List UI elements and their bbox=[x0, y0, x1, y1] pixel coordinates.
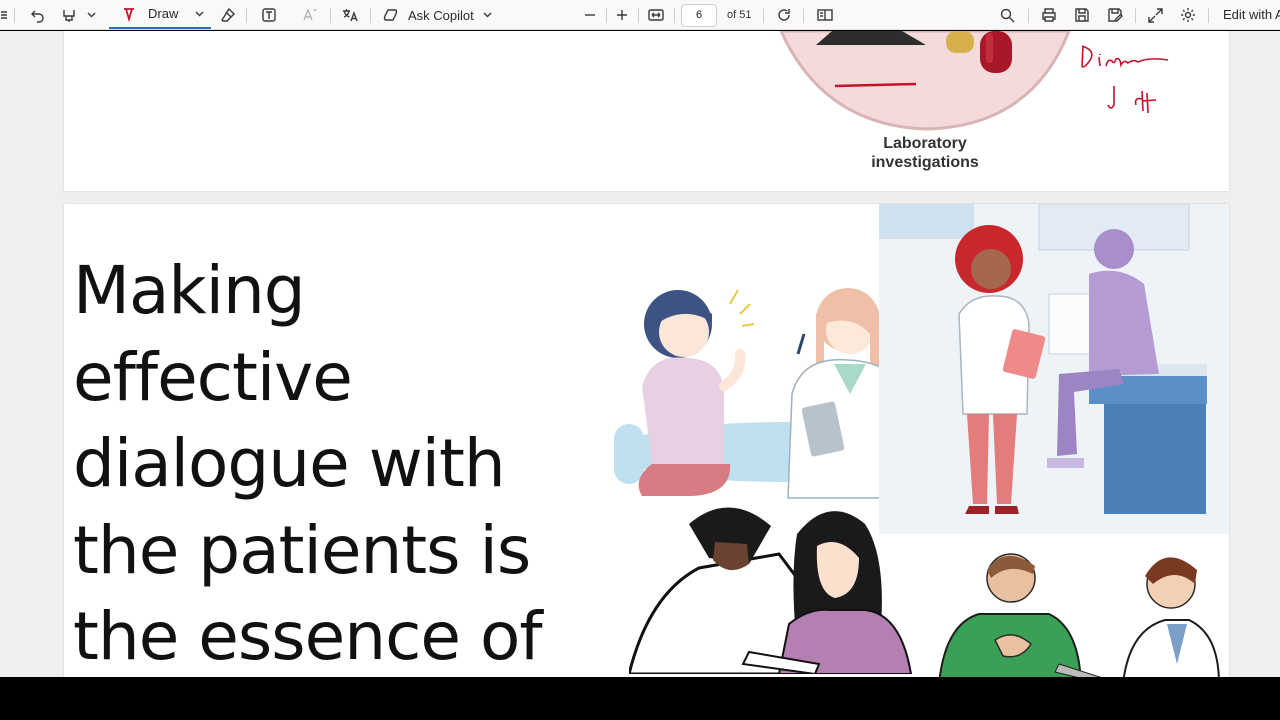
page-number-input[interactable]: 6 bbox=[681, 4, 717, 27]
toolbar-divider bbox=[606, 8, 607, 23]
toolbar-divider bbox=[370, 8, 371, 23]
copilot-dropdown-chevron-icon bbox=[483, 12, 492, 18]
toolbar-divider bbox=[638, 8, 639, 23]
handwritten-note bbox=[1081, 45, 1169, 68]
draw-pen-icon bbox=[124, 7, 134, 22]
pdf-page-5: Laboratory investigations bbox=[64, 31, 1229, 191]
caption-line-1: Laboratory bbox=[883, 135, 967, 152]
fit-page-icon[interactable] bbox=[645, 0, 667, 30]
title-line: the patients is bbox=[73, 511, 531, 589]
read-aloud-icon[interactable] bbox=[299, 0, 321, 30]
title-line: dialogue with bbox=[73, 425, 506, 502]
text-box-icon[interactable] bbox=[258, 0, 280, 30]
save-icon[interactable] bbox=[1071, 0, 1093, 30]
expand-icon[interactable] bbox=[1144, 0, 1166, 30]
print-icon[interactable] bbox=[1038, 0, 1060, 30]
toolbar-divider bbox=[330, 8, 331, 23]
zoom-in-icon[interactable] bbox=[612, 0, 632, 30]
toolbar-divider bbox=[1135, 8, 1136, 23]
handwritten-note-2 bbox=[1107, 86, 1157, 114]
ask-copilot-button[interactable]: Ask Copilot bbox=[382, 0, 496, 30]
edit-with-button[interactable]: Edit with A bbox=[1223, 0, 1280, 30]
toolbar-divider bbox=[763, 8, 764, 23]
zoom-out-icon[interactable] bbox=[580, 0, 600, 30]
rotate-icon[interactable] bbox=[773, 0, 795, 30]
highlight-dropdown-chevron-icon[interactable] bbox=[84, 0, 98, 30]
laboratory-caption: Laboratory investigations bbox=[870, 134, 980, 172]
menu-icon[interactable] bbox=[0, 0, 10, 30]
slide-title: Making effective dialogue with the patie… bbox=[73, 248, 593, 677]
translate-icon[interactable] bbox=[339, 0, 361, 30]
toolbar-divider bbox=[246, 8, 247, 23]
bottom-black-bar bbox=[0, 677, 1280, 720]
title-line: effective bbox=[73, 338, 353, 416]
toolbar-divider bbox=[1028, 8, 1029, 23]
toolbar-divider bbox=[803, 8, 804, 23]
eraser-icon[interactable] bbox=[218, 0, 238, 30]
settings-gear-icon[interactable] bbox=[1177, 0, 1199, 30]
document-viewer[interactable]: Laboratory investigations Making effecti… bbox=[0, 31, 1280, 677]
exam-room-illustration bbox=[879, 204, 1229, 534]
toolbar-divider bbox=[14, 8, 15, 23]
draw-label: Draw bbox=[148, 6, 179, 21]
copilot-icon bbox=[383, 9, 398, 21]
undo-icon[interactable] bbox=[28, 0, 48, 30]
toolbar-divider bbox=[1208, 8, 1209, 23]
title-line: the essence of bbox=[73, 598, 543, 675]
page-total-label: of 51 bbox=[727, 9, 752, 21]
pdf-toolbar: Draw Ask Copilot 6 of 51 Edit with A bbox=[0, 0, 1280, 30]
caption-line-2: investigations bbox=[871, 154, 979, 171]
draw-button[interactable]: Draw bbox=[109, 0, 211, 29]
highlight-icon[interactable] bbox=[58, 0, 80, 30]
title-line: Making bbox=[73, 252, 306, 329]
toolbar-divider bbox=[674, 8, 675, 23]
draw-dropdown-chevron-icon bbox=[195, 11, 204, 16]
search-icon[interactable] bbox=[996, 0, 1018, 30]
save-as-icon[interactable] bbox=[1104, 0, 1126, 30]
laboratory-illustration bbox=[779, 31, 1169, 131]
doctor-consultation-sketch bbox=[629, 507, 913, 674]
page-view-icon[interactable] bbox=[813, 0, 837, 30]
pdf-page-6: Making effective dialogue with the patie… bbox=[64, 204, 1229, 677]
copilot-label: Ask Copilot bbox=[408, 7, 474, 23]
patient-doctor-talking-illustration bbox=[939, 553, 1220, 677]
